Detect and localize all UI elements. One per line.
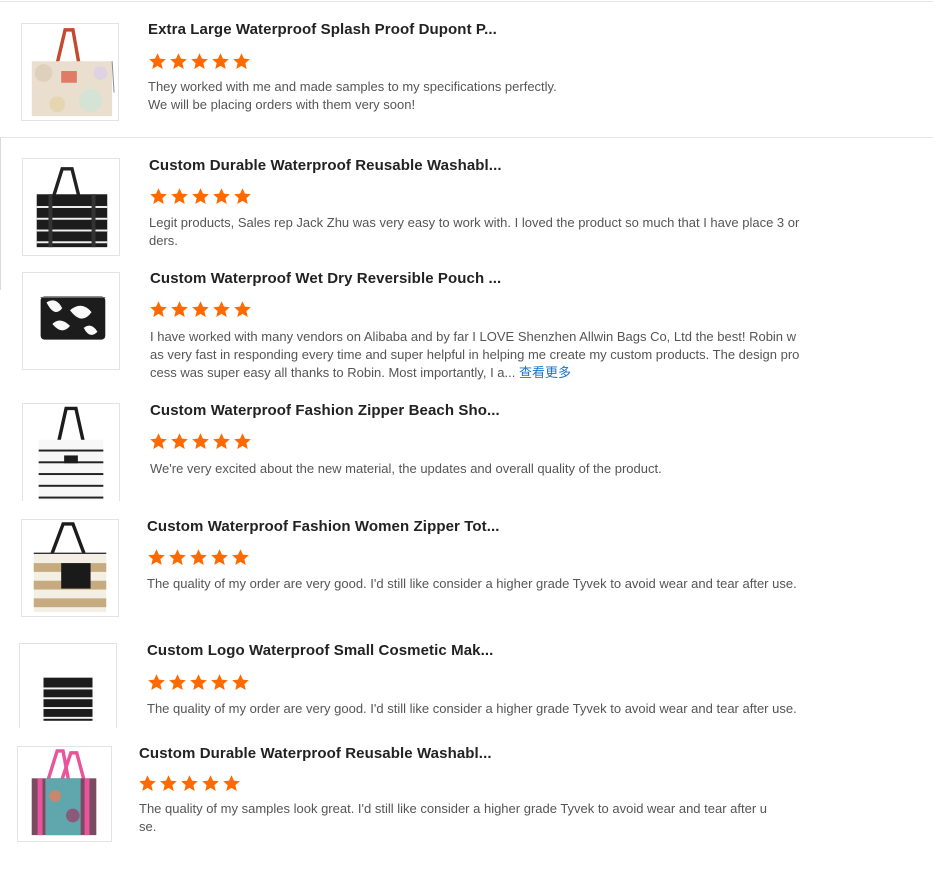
star-icon bbox=[148, 674, 165, 691]
star-icon bbox=[211, 549, 228, 566]
leaf-print-pouch-image bbox=[40, 296, 106, 340]
black-striped-tote-bag-image bbox=[36, 167, 108, 248]
star-rating bbox=[148, 52, 251, 72]
star-rating bbox=[149, 300, 252, 320]
product-thumbnail[interactable] bbox=[21, 23, 119, 121]
star-icon bbox=[139, 775, 156, 792]
product-thumbnail[interactable] bbox=[19, 643, 117, 728]
star-icon bbox=[213, 433, 230, 450]
left-border bbox=[0, 138, 1, 290]
star-icon bbox=[191, 53, 208, 70]
product-title[interactable]: Custom Durable Waterproof Reusable Washa… bbox=[139, 745, 492, 762]
star-icon bbox=[150, 433, 167, 450]
review-text: They worked with me and made samples to … bbox=[148, 79, 557, 112]
see-more-link[interactable]: 查看更多 bbox=[519, 365, 571, 380]
star-rating bbox=[149, 187, 252, 207]
review-text-body: I have worked with many vendors on Aliba… bbox=[150, 329, 800, 380]
review-text: The quality of my order are very good. I… bbox=[147, 576, 797, 591]
product-title[interactable]: Custom Waterproof Fashion Zipper Beach S… bbox=[150, 402, 500, 419]
product-thumbnail[interactable] bbox=[22, 158, 120, 256]
beige-floral-tote-bag-image bbox=[31, 28, 115, 117]
star-icon bbox=[150, 188, 167, 205]
star-icon bbox=[232, 549, 249, 566]
star-icon bbox=[234, 188, 251, 205]
star-icon bbox=[211, 674, 228, 691]
product-title[interactable]: Custom Logo Waterproof Small Cosmetic Ma… bbox=[147, 642, 493, 659]
star-icon bbox=[223, 775, 240, 792]
star-rating bbox=[147, 673, 250, 693]
star-icon bbox=[160, 775, 177, 792]
product-thumbnail[interactable] bbox=[22, 403, 120, 501]
star-icon bbox=[213, 301, 230, 318]
star-icon bbox=[234, 433, 251, 450]
star-icon bbox=[190, 549, 207, 566]
top-divider bbox=[0, 1, 933, 2]
star-icon bbox=[169, 674, 186, 691]
review-text: I have worked with many vendors on Aliba… bbox=[150, 328, 802, 382]
star-icon bbox=[169, 549, 186, 566]
review-text: Legit products, Sales rep Jack Zhu was v… bbox=[149, 215, 800, 248]
black-striped-cosmetic-pouch-image bbox=[43, 677, 93, 721]
star-icon bbox=[233, 53, 250, 70]
pink-patterned-tote-bag-image bbox=[31, 749, 97, 836]
review-text: The quality of my samples look great. I'… bbox=[139, 801, 768, 834]
review-text: The quality of my order are very good. I… bbox=[147, 701, 797, 716]
product-title[interactable]: Custom Waterproof Fashion Women Zipper T… bbox=[147, 518, 500, 535]
section-divider bbox=[0, 137, 933, 138]
star-rating bbox=[138, 774, 241, 794]
star-rating bbox=[149, 432, 252, 452]
star-icon bbox=[181, 775, 198, 792]
star-icon bbox=[192, 301, 209, 318]
star-icon bbox=[148, 549, 165, 566]
star-rating bbox=[147, 548, 250, 568]
star-icon bbox=[170, 53, 187, 70]
tan-striped-tote-bag-image bbox=[33, 522, 107, 613]
star-icon bbox=[171, 433, 188, 450]
star-icon bbox=[202, 775, 219, 792]
star-icon bbox=[212, 53, 229, 70]
star-icon bbox=[171, 188, 188, 205]
star-icon bbox=[192, 433, 209, 450]
product-title[interactable]: Custom Waterproof Wet Dry Reversible Pou… bbox=[150, 270, 501, 287]
star-icon bbox=[171, 301, 188, 318]
product-title[interactable]: Extra Large Waterproof Splash Proof Dupo… bbox=[148, 21, 497, 38]
product-title[interactable]: Custom Durable Waterproof Reusable Washa… bbox=[149, 157, 502, 174]
product-thumbnail[interactable] bbox=[22, 272, 120, 370]
product-thumbnail[interactable] bbox=[21, 519, 119, 617]
star-icon bbox=[192, 188, 209, 205]
star-icon bbox=[150, 301, 167, 318]
star-icon bbox=[149, 53, 166, 70]
star-icon bbox=[213, 188, 230, 205]
star-icon bbox=[232, 674, 249, 691]
star-icon bbox=[190, 674, 207, 691]
review-text: We're very excited about the new materia… bbox=[150, 461, 662, 476]
white-striped-tote-bag-image bbox=[38, 406, 104, 501]
star-icon bbox=[234, 301, 251, 318]
product-thumbnail[interactable] bbox=[17, 746, 112, 842]
